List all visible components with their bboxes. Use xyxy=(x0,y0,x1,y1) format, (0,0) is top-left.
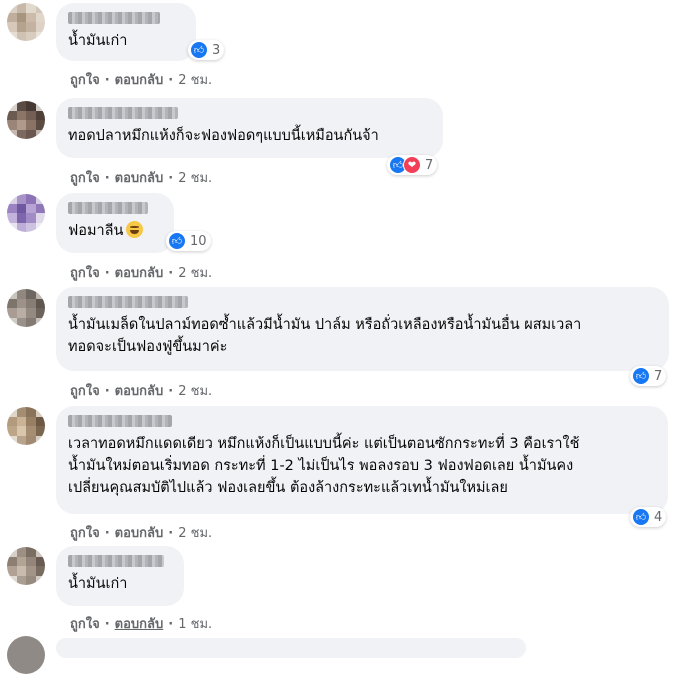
like-button[interactable]: ถูกใจ xyxy=(70,617,100,632)
grinning-emoji xyxy=(126,221,144,238)
comment-actions: ถูกใจ · ตอบกลับ · 2 ชม. xyxy=(70,384,213,399)
timestamp[interactable]: 2 ชม. xyxy=(178,384,212,399)
timestamp[interactable]: 2 ชม. xyxy=(178,171,212,186)
avatar[interactable] xyxy=(7,547,45,585)
like-icon: 👍︎ xyxy=(632,367,650,385)
reply-button[interactable]: ตอบกลับ xyxy=(115,73,164,88)
timestamp[interactable]: 1 ชม. xyxy=(178,617,212,632)
comment-text-line: เวลาทอดหมึกแดดเดียว หมึกแห้งก็เป็นแบบนี้… xyxy=(68,436,580,452)
comment-text: ทอดปลาหมึกแห้งก็จะฟองฟอดๆแบบนี้เหมือนกัน… xyxy=(68,128,379,144)
comment-bubble xyxy=(56,638,526,658)
author-name[interactable] xyxy=(68,202,148,214)
reply-button[interactable]: ตอบกลับ xyxy=(115,171,164,186)
like-button[interactable]: ถูกใจ xyxy=(70,384,100,399)
comment-actions: ถูกใจ · ตอบกลับ · 1 ชม. xyxy=(70,617,213,632)
comment-actions: ถูกใจ · ตอบกลับ · 2 ชม. xyxy=(70,526,213,541)
timestamp[interactable]: 2 ชม. xyxy=(178,73,212,88)
author-name[interactable] xyxy=(68,415,172,427)
love-icon: ❤︎ xyxy=(403,156,421,174)
reply-button[interactable]: ตอบกลับ xyxy=(115,266,164,281)
reply-button[interactable]: ตอบกลับ xyxy=(115,526,164,541)
like-button[interactable]: ถูกใจ xyxy=(70,266,100,281)
reaction-summary[interactable]: 👍︎ 7 xyxy=(630,366,667,386)
comment-text: น้ำมันเก่า xyxy=(68,33,128,49)
reaction-count: 10 xyxy=(190,233,207,249)
like-icon: 👍︎ xyxy=(168,232,186,250)
avatar[interactable] xyxy=(7,3,45,41)
comment-actions: ถูกใจ · ตอบกลับ · 2 ชม. xyxy=(70,266,213,281)
comment-bubble: ทอดปลาหมึกแห้งก็จะฟองฟอดๆแบบนี้เหมือนกัน… xyxy=(56,98,443,158)
author-name[interactable] xyxy=(68,296,188,308)
comment-bubble: เวลาทอดหมึกแดดเดียว หมึกแห้งก็เป็นแบบนี้… xyxy=(56,406,668,514)
author-name[interactable] xyxy=(68,12,160,24)
like-icon: 👍︎ xyxy=(632,508,650,526)
reaction-count: 4 xyxy=(654,509,663,525)
comment-text-line: น้ำมันใหม่ตอนเริ่มทอด กระทะที่ 1-2 ไม่เป… xyxy=(68,458,574,474)
like-button[interactable]: ถูกใจ xyxy=(70,526,100,541)
like-icon: 👍︎ xyxy=(190,41,208,59)
like-button[interactable]: ถูกใจ xyxy=(70,171,100,186)
avatar[interactable] xyxy=(7,194,45,232)
comment-bubble: น้ำมันเก่า xyxy=(56,3,196,61)
reaction-summary[interactable]: 👍︎ ❤︎ 7 xyxy=(387,155,438,175)
reaction-count: 3 xyxy=(212,42,221,58)
timestamp[interactable]: 2 ชม. xyxy=(178,266,212,281)
avatar[interactable] xyxy=(7,407,45,445)
comment-text: น้ำมันเก่า xyxy=(68,576,128,592)
reaction-summary[interactable]: 👍︎ 4 xyxy=(630,507,667,527)
comment-text-line: ทอดจะเป็นฟองฟู่ขึ้นมาค่ะ xyxy=(68,339,228,355)
comment-bubble: น้ำมันเมล็ดในปลาม์ทอดซ้ำแล้วมีน้ำมัน ปาล… xyxy=(56,287,669,371)
reaction-count: 7 xyxy=(425,157,434,173)
reply-button[interactable]: ตอบกลับ xyxy=(115,384,164,399)
author-name[interactable] xyxy=(68,555,164,567)
reaction-summary[interactable]: 👍︎ 3 xyxy=(188,40,225,60)
comment-actions: ถูกใจ · ตอบกลับ · 2 ชม. xyxy=(70,73,213,88)
author-name[interactable] xyxy=(68,107,178,119)
timestamp[interactable]: 2 ชม. xyxy=(178,526,212,541)
avatar[interactable] xyxy=(7,636,45,674)
comment-text-line: น้ำมันเมล็ดในปลาม์ทอดซ้ำแล้วมีน้ำมัน ปาล… xyxy=(68,317,582,333)
comment-text-line: เปลี่ยนคุณสมบัติไปแล้ว ฟองเลยขึ้น ต้องล้… xyxy=(68,480,508,496)
reaction-summary[interactable]: 👍︎ 10 xyxy=(166,231,211,251)
comment-bubble: น้ำมันเก่า xyxy=(56,546,184,606)
avatar[interactable] xyxy=(7,289,45,327)
comment-actions: ถูกใจ · ตอบกลับ · 2 ชม. xyxy=(70,171,213,186)
like-button[interactable]: ถูกใจ xyxy=(70,73,100,88)
comment-bubble: ฟอมาลีน xyxy=(56,193,174,253)
reaction-count: 7 xyxy=(654,368,663,384)
comment-text: ฟอมาลีน xyxy=(68,220,162,242)
avatar[interactable] xyxy=(7,101,45,139)
reply-button[interactable]: ตอบกลับ xyxy=(115,617,164,632)
